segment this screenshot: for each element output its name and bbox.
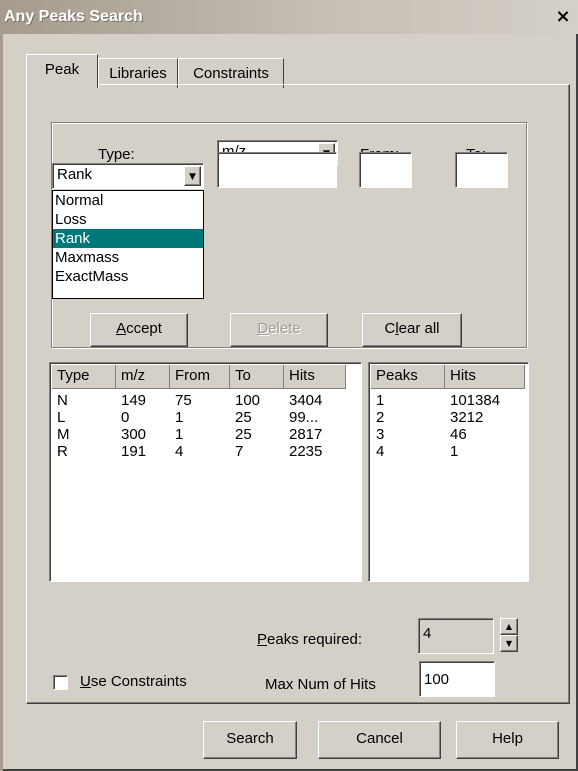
table-cell[interactable]: 99... — [289, 409, 318, 426]
table-cell[interactable]: 1 — [450, 443, 458, 460]
type-option[interactable]: Loss — [53, 210, 203, 229]
table-cell[interactable]: 25 — [235, 409, 252, 426]
table-cell[interactable]: 3212 — [450, 409, 483, 426]
use-constraints-label[interactable]: Use Constraints — [80, 673, 187, 690]
type-option[interactable]: ExactMass — [53, 267, 203, 286]
table-cell[interactable]: 75 — [175, 392, 192, 409]
table-cell[interactable]: 1 — [175, 426, 183, 443]
table-cell[interactable]: 0 — [121, 409, 129, 426]
peaks-required-value: 4 — [423, 625, 432, 642]
type-option[interactable]: Maxmass — [53, 248, 203, 267]
search-button-label: Search — [226, 730, 274, 747]
spin-down-button[interactable]: ▼ — [500, 635, 518, 652]
cancel-button[interactable]: Cancel — [318, 721, 441, 759]
tab-libraries-label: Libraries — [109, 65, 167, 82]
type-option[interactable]: Rank — [53, 229, 203, 248]
table-cell[interactable]: 100 — [235, 392, 260, 409]
peaks-required-label: Peaks required: — [257, 631, 362, 648]
table-cell[interactable]: 149 — [121, 392, 146, 409]
table-cell[interactable]: R — [57, 443, 68, 460]
clear-all-label: ear all — [398, 320, 440, 337]
table-cell[interactable]: 7 — [235, 443, 243, 460]
window-border — [0, 34, 3, 771]
max-hits-label: Max Num of Hits — [265, 676, 376, 693]
column-header[interactable]: m/z — [116, 365, 170, 389]
help-button[interactable]: Help — [456, 721, 559, 759]
table-cell[interactable]: L — [57, 409, 65, 426]
use-constraints-mnemonic: U — [80, 673, 91, 690]
column-header[interactable]: Type — [52, 365, 116, 389]
clear-all-button[interactable]: Clear all — [362, 313, 462, 347]
peaks-required-field[interactable]: 4 — [418, 618, 494, 654]
table-cell[interactable]: 101384 — [450, 392, 500, 409]
peaks-required-mnemonic: P — [257, 631, 268, 648]
hits-list-view[interactable]: Peaks Hits 1 101384 2 3212 3 46 4 1 — [368, 362, 529, 582]
accept-label: ccept — [126, 320, 162, 337]
clear-all-prefix: C — [384, 320, 396, 337]
table-cell[interactable]: 2817 — [289, 426, 322, 443]
type-label: Type: — [98, 146, 135, 163]
search-button[interactable]: Search — [203, 721, 297, 759]
from-input[interactable] — [359, 152, 412, 188]
cancel-button-label: Cancel — [356, 730, 403, 747]
column-header[interactable]: Hits — [445, 365, 525, 389]
accept-button[interactable]: Accept — [90, 313, 188, 347]
table-cell[interactable]: 2 — [376, 409, 384, 426]
delete-button[interactable]: Delete — [230, 313, 328, 347]
type-combo[interactable]: Rank ▼ — [52, 163, 204, 189]
table-cell[interactable]: 300 — [121, 426, 146, 443]
table-cell[interactable]: 1 — [175, 409, 183, 426]
table-cell[interactable]: M — [57, 426, 70, 443]
tab-peak[interactable]: Peak — [26, 54, 98, 88]
delete-label: elete — [268, 320, 301, 337]
type-combo-value: Rank — [57, 166, 93, 183]
help-button-label: Help — [492, 730, 523, 747]
table-cell[interactable]: 4 — [376, 443, 384, 460]
window-title: Any Peaks Search — [4, 8, 143, 25]
delete-mnemonic: D — [257, 320, 269, 337]
max-hits-input[interactable] — [419, 661, 495, 697]
type-option[interactable]: Normal — [53, 191, 203, 210]
title-bar[interactable]: Any Peaks Search × — [0, 0, 578, 34]
use-constraints-checkbox[interactable] — [53, 675, 68, 690]
table-cell[interactable]: 2235 — [289, 443, 322, 460]
accept-mnemonic: A — [116, 320, 127, 337]
column-header[interactable]: Peaks — [371, 365, 445, 389]
tab-peak-label: Peak — [44, 61, 80, 78]
table-cell[interactable]: 3404 — [289, 392, 322, 409]
column-header[interactable]: From — [170, 365, 230, 389]
peaks-required-text: eaks required: — [267, 631, 363, 648]
column-header[interactable]: To — [230, 365, 284, 389]
type-dropdown-list[interactable]: Normal Loss Rank Maxmass ExactMass — [52, 190, 204, 299]
chevron-down-icon[interactable]: ▼ — [184, 166, 201, 186]
tab-constraints-label: Constraints — [193, 65, 269, 82]
table-cell[interactable]: 191 — [121, 443, 146, 460]
dialog-window: Any Peaks Search × Peak Libraries Constr… — [0, 0, 578, 771]
table-cell[interactable]: 4 — [175, 443, 183, 460]
mz-value-input[interactable] — [217, 152, 337, 188]
use-constraints-text: se Constraints — [90, 673, 187, 690]
column-header[interactable]: Hits — [284, 365, 346, 389]
table-cell[interactable]: N — [57, 392, 68, 409]
close-icon[interactable]: × — [551, 6, 575, 30]
spin-up-button[interactable]: ▲ — [500, 618, 518, 635]
table-cell[interactable]: 1 — [376, 392, 384, 409]
table-cell[interactable]: 3 — [376, 426, 384, 443]
to-input[interactable] — [455, 152, 508, 188]
table-cell[interactable]: 25 — [235, 426, 252, 443]
peak-list-view[interactable]: Type m/z From To Hits N 149 75 100 3404 L 0 1 25 99...… — [49, 362, 362, 582]
table-cell[interactable]: 46 — [450, 426, 467, 443]
